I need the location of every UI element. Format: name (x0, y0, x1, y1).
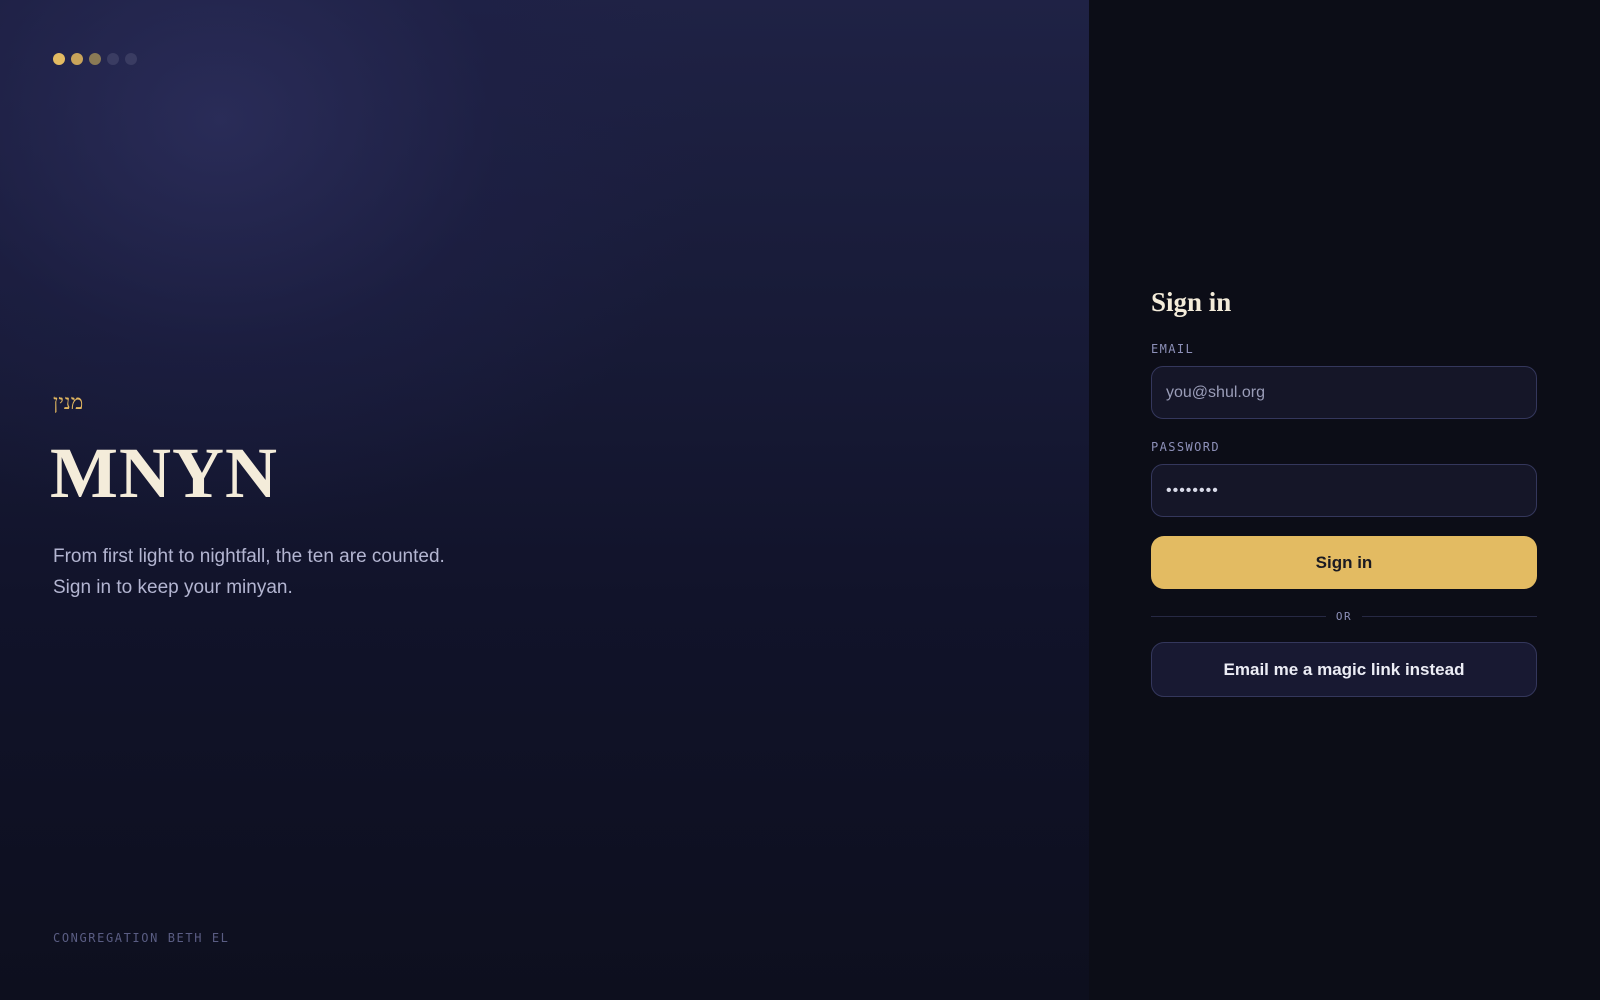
divider-text: OR (1335, 610, 1353, 623)
email-label: EMAIL (1151, 342, 1195, 356)
or-divider: OR (1151, 610, 1537, 623)
tagline: From first light to nightfall, the ten a… (53, 541, 445, 603)
congregation-name: CONGREGATION BETH EL (53, 931, 230, 945)
signin-panel: Sign in EMAIL PASSWORD Sign in OR Email … (1089, 0, 1600, 1000)
signin-title: Sign in (1151, 287, 1232, 317)
progress-dot (71, 53, 83, 65)
sign-in-button[interactable]: Sign in (1151, 536, 1537, 589)
progress-dot (107, 53, 119, 65)
password-field[interactable] (1151, 464, 1537, 517)
progress-dot (53, 53, 65, 65)
signin-form: Sign in EMAIL PASSWORD Sign in OR Email … (1151, 287, 1537, 697)
password-label: PASSWORD (1151, 440, 1220, 454)
hero-panel: מנין MNYN From first light to nightfall,… (0, 0, 1089, 1000)
progress-dot (125, 53, 137, 65)
hebrew-name: מנין (53, 390, 84, 414)
tagline-line: From first light to nightfall, the ten a… (53, 546, 445, 567)
tagline-line: Sign in to keep your minyan. (53, 577, 293, 598)
progress-dots (53, 53, 137, 65)
divider-line (1151, 616, 1326, 617)
brand-title: MNYN (50, 433, 278, 513)
divider-line (1362, 616, 1537, 617)
magic-link-button[interactable]: Email me a magic link instead (1151, 642, 1537, 697)
progress-dot (89, 53, 101, 65)
email-field[interactable] (1151, 366, 1537, 419)
